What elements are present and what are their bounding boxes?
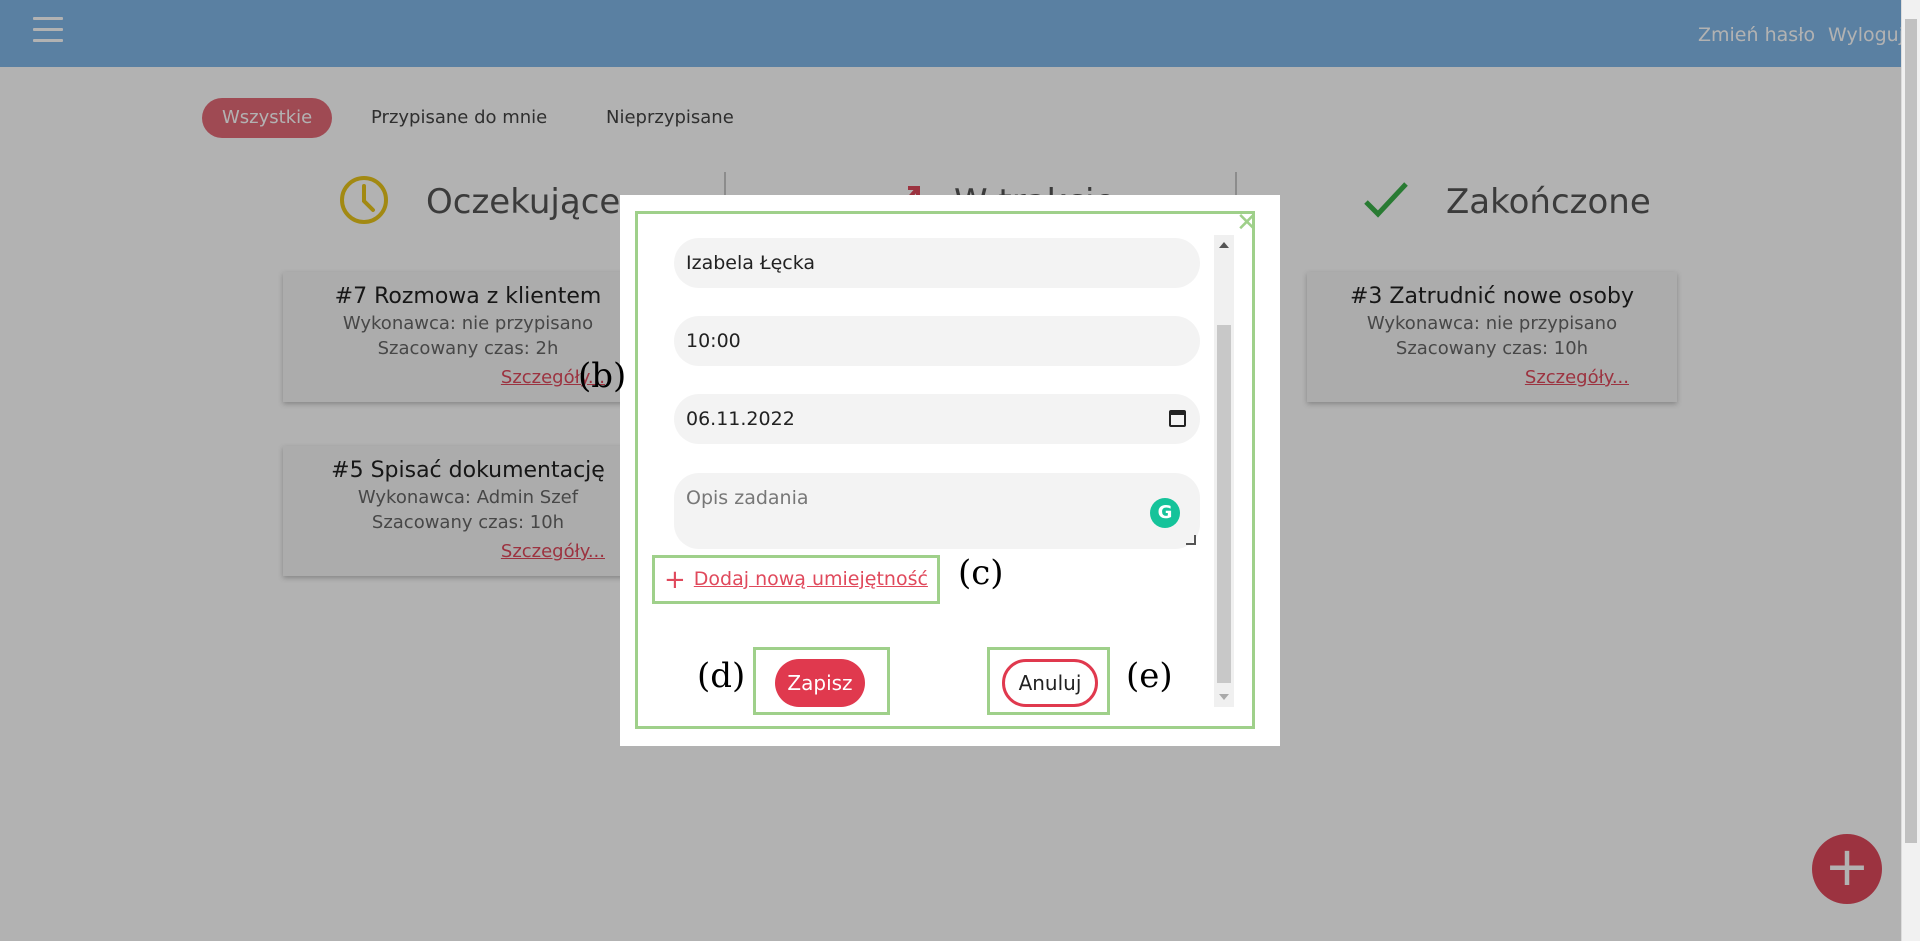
date-field[interactable]: 06.11.2022 [674, 394, 1200, 444]
cancel-button[interactable]: Anuluj [1002, 659, 1098, 707]
date-value: 06.11.2022 [686, 408, 795, 430]
annotation-label-c: (c) [958, 553, 1004, 593]
scroll-down-icon[interactable] [1219, 694, 1229, 700]
grammarly-icon[interactable]: G [1150, 498, 1180, 528]
modal-scrollbar[interactable] [1214, 235, 1234, 707]
page-scroll-thumb[interactable] [1905, 19, 1917, 843]
save-button[interactable]: Zapisz [775, 659, 865, 707]
description-placeholder: Opis zadania [686, 487, 809, 509]
scroll-thumb[interactable] [1217, 325, 1231, 683]
annotation-label-d: (d) [697, 656, 746, 696]
app-root: Zmień hasło Wyloguj Wszystkie Przypisane… [0, 0, 1901, 941]
resize-handle-icon[interactable] [1186, 535, 1196, 545]
add-skill-label: Dodaj nową umiejętność [693, 568, 928, 590]
annotation-label-b: (b) [578, 356, 627, 396]
description-textarea[interactable]: Opis zadania G [674, 473, 1200, 549]
annotation-label-e: (e) [1126, 656, 1173, 696]
page-scrollbar[interactable] [1901, 0, 1920, 941]
calendar-icon[interactable] [1169, 410, 1186, 427]
plus-icon: + [664, 565, 686, 595]
add-skill-link[interactable]: + Dodaj nową umiejętność [664, 565, 928, 595]
scroll-up-icon[interactable] [1219, 242, 1229, 248]
close-icon[interactable]: ✕ [1236, 210, 1258, 236]
time-field[interactable]: 10:00 [674, 316, 1200, 366]
assignee-field[interactable]: Izabela Łęcka [674, 238, 1200, 288]
annotation-frame [635, 211, 1255, 729]
